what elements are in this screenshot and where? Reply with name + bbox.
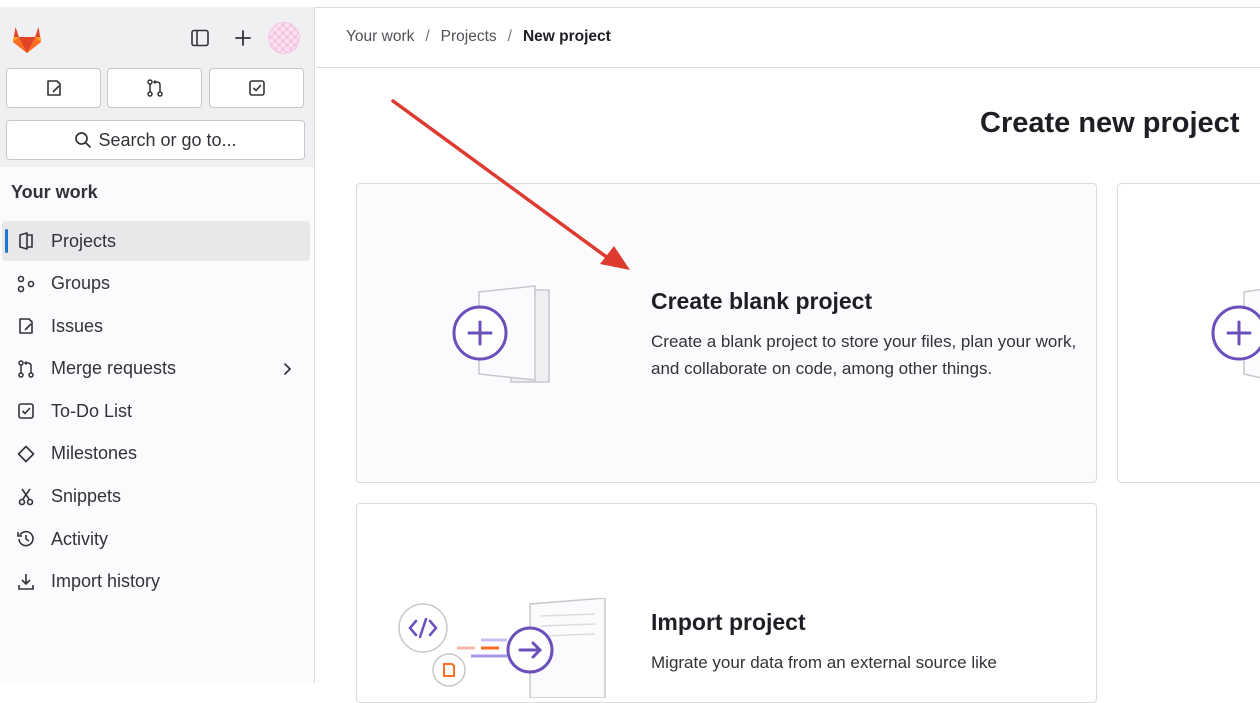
sidebar-item-merge-requests[interactable]: Merge requests	[2, 349, 310, 389]
plus-icon	[235, 30, 251, 46]
breadcrumb-item-your-work[interactable]: Your work	[346, 28, 414, 46]
sidebar-toggle-button[interactable]	[185, 23, 215, 53]
user-avatar[interactable]	[268, 22, 300, 54]
group-icon	[17, 275, 35, 292]
sidebar-item-label: Activity	[51, 528, 109, 549]
import-project-card[interactable]: Import project Migrate your data from an…	[356, 503, 1097, 703]
sidebar-item-projects[interactable]: Projects	[2, 221, 310, 261]
breadcrumb-divider	[316, 67, 1260, 68]
breadcrumb-item-current[interactable]: New project	[523, 28, 611, 46]
page-title: Create new project	[980, 107, 1240, 139]
project-icon	[19, 232, 33, 250]
sidebar-item-label: Merge requests	[51, 358, 177, 379]
sidebar-item-label: Snippets	[51, 486, 122, 507]
sidebar-item-issues[interactable]: Issues	[2, 306, 310, 346]
sidebar-item-label: Projects	[51, 230, 117, 251]
import-icon	[18, 573, 34, 590]
create-from-template-card[interactable]	[1117, 183, 1260, 483]
sidebar-header: Search or go to...	[0, 7, 314, 167]
sidebar-item-activity[interactable]: Activity	[2, 519, 310, 559]
sidebar-item-snippets[interactable]: Snippets	[2, 477, 310, 517]
sidebar-item-label: To-Do List	[51, 400, 133, 421]
merge-request-icon	[146, 79, 163, 97]
card-title: Import project	[651, 609, 806, 635]
sidebar-item-groups[interactable]: Groups	[2, 264, 310, 304]
history-icon	[17, 531, 34, 547]
gitlab-logo-icon[interactable]	[10, 22, 44, 54]
create-new-button[interactable]	[228, 23, 258, 53]
card-title: Create blank project	[651, 288, 873, 314]
merge-requests-button[interactable]	[107, 68, 202, 108]
sidebar-item-import-history[interactable]: Import history	[2, 562, 310, 602]
sidebar-item-milestones[interactable]: Milestones	[2, 434, 310, 474]
issues-icon	[46, 80, 61, 96]
sidebar-nav: Projects Groups Issues Merge requests To…	[2, 221, 310, 604]
breadcrumb: Your work / Projects / New project	[346, 28, 611, 46]
merge-request-icon	[18, 360, 34, 378]
import-project-illustration-icon	[398, 598, 606, 698]
assigned-issues-button[interactable]	[6, 68, 101, 108]
chevron-right-icon[interactable]	[278, 360, 296, 378]
todo-icon	[18, 403, 34, 420]
sidebar-item-label: Groups	[51, 273, 111, 294]
template-project-illustration-icon	[1211, 288, 1260, 379]
breadcrumb-separator: /	[507, 28, 512, 45]
breadcrumb-separator: /	[425, 28, 430, 45]
issues-icon	[19, 318, 33, 334]
search-label: Search or go to...	[98, 129, 237, 150]
breadcrumb-item-projects[interactable]: Projects	[441, 28, 497, 46]
sidebar-item-label: Milestones	[51, 443, 138, 464]
card-description: Migrate your data from an external sourc…	[651, 653, 997, 672]
todo-button[interactable]	[209, 68, 304, 108]
snippet-icon	[18, 488, 34, 505]
sidebar-item-todo-list[interactable]: To-Do List	[2, 391, 310, 431]
sidebar-item-label: Import history	[51, 571, 161, 592]
sidebar: Search or go to... Your work Projects Gr…	[0, 7, 315, 683]
create-blank-project-card[interactable]: Create blank project Create a blank proj…	[356, 183, 1097, 483]
search-button[interactable]: Search or go to...	[6, 120, 305, 160]
blank-project-illustration-icon	[452, 285, 550, 383]
todo-icon	[248, 80, 265, 96]
sidebar-panel-icon	[191, 29, 209, 47]
sidebar-item-label: Issues	[51, 315, 104, 336]
card-description: Create a blank project to store your fil…	[651, 332, 1077, 378]
milestone-icon	[17, 445, 35, 463]
section-title: Your work	[11, 182, 98, 202]
search-icon	[75, 132, 92, 148]
